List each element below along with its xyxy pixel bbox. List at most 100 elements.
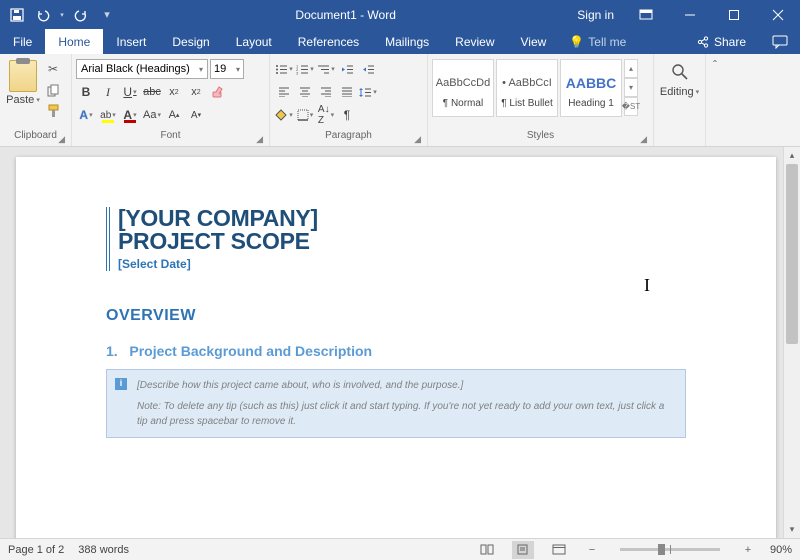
minimize-button[interactable] <box>668 0 712 29</box>
align-left-button[interactable] <box>274 82 294 102</box>
zoom-level[interactable]: 90% <box>770 544 792 556</box>
underline-button[interactable]: U <box>120 82 140 102</box>
save-icon[interactable] <box>6 4 28 26</box>
clipboard-launcher-icon[interactable]: ◢ <box>58 134 65 145</box>
font-launcher-icon[interactable]: ◢ <box>256 134 263 145</box>
scroll-thumb[interactable] <box>786 164 798 344</box>
doc-section-1[interactable]: 1. Project Background and Description <box>106 343 686 359</box>
change-case-button[interactable]: Aa <box>142 105 162 125</box>
ribbon-tabs: File Home Insert Design Layout Reference… <box>0 29 800 54</box>
text-effects-button[interactable]: A <box>76 105 96 125</box>
cut-button[interactable]: ✂ <box>44 60 62 78</box>
scroll-up-icon[interactable]: ▴ <box>784 147 800 164</box>
read-mode-button[interactable] <box>476 541 498 559</box>
increase-indent-button[interactable] <box>358 59 378 79</box>
bullets-button[interactable] <box>274 59 294 79</box>
tab-layout[interactable]: Layout <box>223 29 285 54</box>
subscript-button[interactable]: x2 <box>164 82 184 102</box>
style-name: Heading 1 <box>568 98 614 109</box>
align-center-button[interactable] <box>295 82 315 102</box>
share-button[interactable]: Share <box>683 29 760 54</box>
font-name-value: Arial Black (Headings) <box>81 63 190 75</box>
find-button[interactable] <box>668 60 692 84</box>
sort-button[interactable]: A↓Z <box>316 105 336 125</box>
tab-mailings[interactable]: Mailings <box>372 29 442 54</box>
paragraph-launcher-icon[interactable]: ◢ <box>414 134 421 145</box>
signin-button[interactable]: Sign in <box>567 0 624 29</box>
tab-home[interactable]: Home <box>45 29 103 54</box>
shrink-font-button[interactable]: A▾ <box>186 105 206 125</box>
styles-scroll-up[interactable]: ▴ <box>624 59 638 78</box>
font-color-button[interactable]: A <box>120 105 140 125</box>
doc-overview-heading[interactable]: OVERVIEW <box>106 307 686 325</box>
scroll-track[interactable] <box>784 164 800 521</box>
line-spacing-button[interactable] <box>358 82 378 102</box>
status-bar: Page 1 of 2 388 words − + 90% <box>0 538 800 560</box>
qat-customize-icon[interactable]: ▾ <box>96 4 118 26</box>
borders-button[interactable] <box>295 105 315 125</box>
undo-dropdown-icon[interactable]: ▾ <box>58 4 66 26</box>
group-label-font: Font <box>160 130 180 141</box>
styles-launcher-icon[interactable]: ◢ <box>640 134 647 145</box>
font-name-combo[interactable]: Arial Black (Headings)▾ <box>76 59 208 79</box>
ribbon: Paste▾ ✂ Clipboard◢ Arial Black (Heading… <box>0 54 800 147</box>
multilevel-list-button[interactable] <box>316 59 336 79</box>
superscript-button[interactable]: x2 <box>186 82 206 102</box>
doc-scope-title[interactable]: PROJECT SCOPE <box>118 230 686 253</box>
tab-file[interactable]: File <box>0 29 45 54</box>
maximize-button[interactable] <box>712 0 756 29</box>
zoom-slider[interactable] <box>620 548 720 551</box>
tab-view[interactable]: View <box>508 29 560 54</box>
tab-insert[interactable]: Insert <box>103 29 159 54</box>
paste-button[interactable]: Paste▾ <box>4 56 42 106</box>
print-layout-button[interactable] <box>512 541 534 559</box>
style-normal[interactable]: AaBbCcDd ¶ Normal <box>432 59 494 117</box>
styles-gallery-expand[interactable]: �ST <box>624 97 638 116</box>
tab-review[interactable]: Review <box>442 29 507 54</box>
scroll-down-icon[interactable]: ▾ <box>784 521 800 538</box>
bold-button[interactable]: B <box>76 82 96 102</box>
styles-scroll-down[interactable]: ▾ <box>624 78 638 97</box>
copy-button[interactable] <box>44 81 62 99</box>
style-heading-1[interactable]: AABBC Heading 1 <box>560 59 622 117</box>
show-marks-button[interactable]: ¶ <box>337 105 357 125</box>
vertical-scrollbar[interactable]: ▴ ▾ <box>783 147 800 538</box>
zoom-out-button[interactable]: − <box>584 544 600 556</box>
redo-icon[interactable] <box>70 4 92 26</box>
align-right-button[interactable] <box>316 82 336 102</box>
italic-button[interactable]: I <box>98 82 118 102</box>
numbering-button[interactable]: 123 <box>295 59 315 79</box>
tab-references[interactable]: References <box>285 29 372 54</box>
doc-date-placeholder[interactable]: [Select Date] <box>118 257 686 271</box>
group-label-clipboard: Clipboard <box>14 130 57 141</box>
doc-company-placeholder[interactable]: [YOUR COMPANY] <box>118 207 686 230</box>
word-count[interactable]: 388 words <box>78 544 129 556</box>
style-list-bullet[interactable]: • AaBbCcI ¶ List Bullet <box>496 59 558 117</box>
strikethrough-button[interactable]: abc <box>142 82 162 102</box>
document-page[interactable]: [YOUR COMPANY] PROJECT SCOPE [Select Dat… <box>16 157 776 538</box>
highlight-button[interactable]: ab <box>98 105 118 125</box>
zoom-in-button[interactable]: + <box>740 544 756 556</box>
doc-tip-box[interactable]: i [Describe how this project came about,… <box>106 369 686 438</box>
collapse-ribbon-button[interactable]: ˆ <box>706 54 724 146</box>
paste-icon <box>9 60 37 92</box>
section-number: 1. <box>106 343 118 359</box>
web-layout-button[interactable] <box>548 541 570 559</box>
justify-button[interactable] <box>337 82 357 102</box>
decrease-indent-button[interactable] <box>337 59 357 79</box>
quick-access-toolbar: ▾ ▾ <box>0 4 124 26</box>
tell-me-search[interactable]: 💡 Tell me <box>559 29 636 54</box>
undo-icon[interactable] <box>32 4 54 26</box>
shading-button[interactable] <box>274 105 294 125</box>
ribbon-display-options-icon[interactable] <box>624 0 668 29</box>
clear-formatting-button[interactable] <box>208 82 228 102</box>
tab-design[interactable]: Design <box>159 29 222 54</box>
comments-button[interactable] <box>760 29 800 54</box>
page-indicator[interactable]: Page 1 of 2 <box>8 544 64 556</box>
grow-font-button[interactable]: A▴ <box>164 105 184 125</box>
zoom-thumb[interactable] <box>658 544 665 555</box>
editing-label: Editing <box>660 86 694 98</box>
format-painter-button[interactable] <box>44 102 62 120</box>
close-button[interactable] <box>756 0 800 29</box>
font-size-combo[interactable]: 19▾ <box>210 59 244 79</box>
